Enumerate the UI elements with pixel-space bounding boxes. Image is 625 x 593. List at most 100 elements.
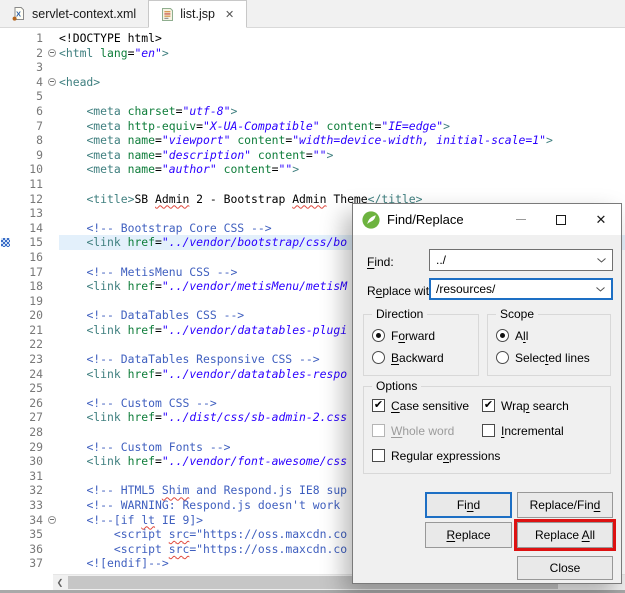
code-text: <meta name="viewport" content="width=dev…: [86, 133, 553, 148]
fold-toggle-icon[interactable]: [48, 48, 56, 57]
line-number: 37: [29, 556, 43, 571]
find-value: ../: [436, 253, 447, 267]
replace-value: /resources/: [436, 282, 496, 296]
fold-toggle-icon[interactable]: [48, 77, 56, 86]
checkbox-icon: ✔: [372, 424, 385, 437]
line-number: 21: [29, 322, 43, 337]
code-line[interactable]: 8 <meta name="viewport" content="width=d…: [0, 133, 625, 148]
dialog-title: Find/Replace: [387, 212, 464, 227]
checkbox-icon: ✔: [482, 424, 495, 437]
line-number: 28: [29, 425, 43, 440]
line-number: 24: [29, 366, 43, 381]
options-group: Options ✔ Case sensitive ✔ Wrap search ✔…: [363, 379, 611, 474]
replace-find-button[interactable]: Replace/Find: [517, 492, 613, 518]
search-result-marker: [1, 238, 10, 248]
minimize-button[interactable]: [501, 204, 541, 235]
line-number: 35: [29, 527, 43, 542]
radio-selected-lines[interactable]: Selected lines: [496, 349, 590, 366]
line-number: 34: [29, 512, 43, 527]
radio-icon: [372, 329, 385, 342]
line-number: 4: [36, 74, 43, 89]
code-line[interactable]: 1 <!DOCTYPE html>: [0, 31, 625, 46]
checkbox-regular-expressions[interactable]: ✔ Regular expressions: [372, 447, 500, 464]
direction-group: Direction Forward Backward: [363, 307, 479, 376]
line-number: 15: [29, 235, 43, 250]
tab-servlet-context-xml[interactable]: X servlet-context.xml: [0, 0, 148, 27]
code-line[interactable]: 11: [0, 177, 625, 192]
line-number: 18: [29, 279, 43, 294]
fold-toggle-icon[interactable]: [48, 515, 56, 524]
code-line[interactable]: 6 <meta charset="utf-8">: [0, 104, 625, 119]
radio-forward[interactable]: Forward: [372, 327, 435, 344]
line-number: 5: [36, 89, 43, 104]
replace-button[interactable]: Replace: [425, 522, 512, 548]
maximize-icon: [556, 214, 566, 225]
tab-label: servlet-context.xml: [32, 6, 137, 21]
checkbox-case-sensitive[interactable]: ✔ Case sensitive: [372, 397, 469, 414]
code-line[interactable]: 4 <head>: [0, 75, 625, 90]
line-number: 6: [36, 103, 43, 118]
checkbox-icon: ✔: [482, 398, 495, 412]
code-text: <meta name="description" content="">: [86, 147, 334, 162]
line-number: 33: [29, 498, 43, 512]
spring-leaf-icon: [362, 210, 380, 229]
line-number: 1: [36, 31, 43, 45]
code-line[interactable]: 10 <meta name="author" content="">: [0, 162, 625, 177]
find-input[interactable]: ../: [429, 249, 613, 271]
replace-with-input[interactable]: /resources/: [429, 278, 613, 300]
minimize-icon: [516, 219, 526, 220]
line-number: 16: [29, 249, 43, 264]
svg-text:X: X: [16, 10, 21, 19]
line-number: 7: [36, 118, 43, 133]
code-text: <head>: [59, 74, 101, 89]
code-line[interactable]: 3: [0, 60, 625, 75]
tab-label: list.jsp: [180, 7, 215, 21]
scroll-left-arrow-icon[interactable]: ❮: [53, 575, 67, 590]
close-button[interactable]: Close: [517, 556, 613, 580]
line-number: 27: [29, 410, 43, 425]
line-number: 30: [29, 454, 43, 469]
checkbox-icon: ✔: [372, 398, 385, 412]
find-label: Find:: [367, 255, 394, 269]
line-number: 31: [29, 468, 43, 483]
tab-list-jsp[interactable]: list.jsp ✕: [148, 0, 248, 28]
code-line[interactable]: 9 <meta name="description" content="">: [0, 148, 625, 163]
line-number: 29: [29, 439, 43, 454]
code-text: <html lang="en">: [59, 45, 169, 60]
line-number: 25: [29, 381, 43, 396]
checkbox-wrap-search[interactable]: ✔ Wrap search: [482, 397, 569, 414]
line-number: 13: [29, 206, 43, 221]
code-text: <meta http-equiv="X-UA-Compatible" conte…: [86, 118, 450, 133]
close-icon: ✕: [595, 211, 607, 227]
code-line[interactable]: 7 <meta http-equiv="X-UA-Compatible" con…: [0, 119, 625, 134]
chevron-down-icon[interactable]: [596, 287, 605, 292]
line-number: 19: [29, 293, 43, 308]
radio-backward[interactable]: Backward: [372, 349, 444, 366]
line-number: 22: [29, 337, 43, 352]
line-number: 9: [36, 147, 43, 162]
line-number: 10: [29, 162, 43, 177]
xml-file-icon: X: [12, 7, 24, 21]
maximize-button[interactable]: [541, 204, 581, 235]
line-number: 3: [36, 60, 43, 75]
line-number: 23: [29, 352, 43, 367]
dialog-titlebar[interactable]: Find/Replace ✕: [353, 204, 621, 235]
checkbox-incremental[interactable]: ✔ Incremental: [482, 422, 564, 439]
replace-all-button[interactable]: Replace All: [517, 522, 613, 548]
line-number: 32: [29, 483, 43, 498]
code-text: <meta charset="utf-8">: [86, 103, 238, 118]
line-number: 20: [29, 308, 43, 323]
code-line[interactable]: 5: [0, 89, 625, 104]
dialog-close-button[interactable]: ✕: [581, 204, 621, 235]
code-line[interactable]: 2 <html lang="en">: [0, 46, 625, 61]
chevron-down-icon[interactable]: [597, 258, 606, 263]
radio-all[interactable]: All: [496, 327, 528, 344]
radio-icon: [496, 351, 509, 364]
scope-group: Scope All Selected lines: [487, 307, 611, 376]
tab-close-icon[interactable]: ✕: [225, 8, 234, 21]
find-button[interactable]: Find: [425, 492, 512, 518]
options-group-title: Options: [372, 379, 422, 393]
